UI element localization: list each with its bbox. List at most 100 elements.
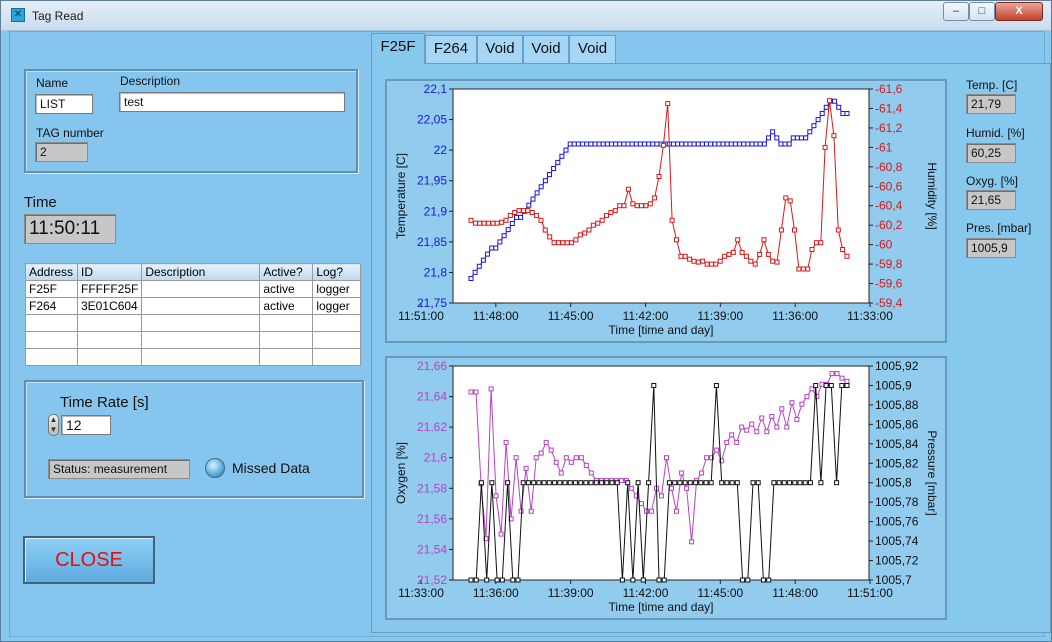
maximize-button[interactable]: □ — [969, 2, 995, 21]
column-header-log[interactable]: Log? — [312, 263, 361, 281]
column-header-address[interactable]: Address — [25, 263, 78, 281]
cell-active[interactable] — [259, 348, 314, 366]
data-point — [799, 135, 804, 141]
table-row[interactable] — [25, 331, 361, 349]
data-point — [593, 480, 599, 486]
data-point — [749, 421, 755, 427]
close-window-button[interactable]: X — [995, 2, 1043, 21]
time-display: 11:50:11 — [24, 214, 116, 244]
y2-tick-label: 1005,92 — [875, 359, 919, 373]
data-point — [520, 480, 526, 486]
data-point — [654, 141, 660, 147]
time-rate-spinner[interactable]: ▲ ▼ — [48, 414, 59, 436]
data-point — [588, 480, 594, 486]
data-point — [682, 253, 688, 259]
tab-f264[interactable]: F264 — [425, 35, 477, 63]
data-point — [770, 129, 776, 135]
data-point — [572, 480, 578, 486]
cell-log[interactable] — [312, 331, 361, 349]
cell-log[interactable] — [312, 314, 361, 332]
tab-void-2[interactable]: Void — [523, 35, 569, 63]
table-row[interactable]: F264 3E01C604 active logger — [25, 297, 361, 315]
description-field[interactable]: test — [119, 92, 345, 112]
column-header-description[interactable]: Description — [141, 263, 261, 281]
data-point — [769, 413, 775, 419]
cell-description[interactable] — [141, 348, 261, 366]
close-button[interactable]: CLOSE — [23, 536, 155, 584]
tab-void-3[interactable]: Void — [569, 35, 616, 63]
data-point — [485, 251, 490, 257]
data-point — [635, 480, 641, 486]
data-point — [787, 480, 793, 486]
data-point — [720, 141, 726, 147]
column-header-active[interactable]: Active? — [259, 263, 314, 281]
cell-description[interactable] — [141, 297, 261, 315]
table-row[interactable]: F25F FFFFF25F active logger — [25, 280, 361, 298]
data-point — [649, 508, 654, 514]
cell-log[interactable]: logger — [312, 280, 361, 298]
data-point — [764, 429, 770, 435]
data-point — [478, 480, 484, 486]
data-point — [735, 237, 741, 243]
time-rate-field[interactable]: 12 — [61, 415, 111, 435]
table-row[interactable] — [25, 314, 361, 332]
name-field[interactable]: LIST — [35, 94, 93, 114]
data-point — [796, 266, 802, 272]
data-point — [618, 478, 624, 484]
cell-id[interactable]: 3E01C604 — [76, 297, 143, 315]
data-point — [840, 247, 846, 252]
data-point — [494, 220, 500, 226]
cell-id[interactable] — [76, 314, 143, 332]
cell-address[interactable] — [25, 314, 78, 332]
data-point — [558, 470, 564, 476]
cell-id[interactable] — [76, 348, 143, 366]
column-header-id[interactable]: ID — [76, 263, 143, 281]
data-point — [822, 144, 828, 150]
minimize-button[interactable]: – — [943, 2, 969, 21]
cell-description[interactable] — [141, 280, 261, 298]
data-point — [503, 439, 509, 445]
cell-log[interactable]: logger — [312, 297, 361, 315]
data-point — [811, 123, 817, 129]
data-point — [794, 135, 800, 141]
tab-f25f[interactable]: F25F — [371, 33, 425, 64]
cell-address[interactable]: F264 — [25, 297, 78, 315]
data-point — [516, 208, 522, 214]
table-row[interactable] — [25, 348, 361, 366]
cell-id[interactable]: FFFFF25F — [76, 280, 143, 298]
data-point — [555, 240, 561, 246]
tab-void-1[interactable]: Void — [477, 35, 523, 63]
data-point — [583, 462, 589, 468]
cell-description[interactable] — [141, 331, 261, 349]
data-point — [724, 480, 730, 486]
cell-active[interactable]: active — [259, 297, 314, 315]
cell-address[interactable] — [25, 331, 78, 349]
cell-address[interactable]: F25F — [25, 280, 78, 298]
data-point — [646, 141, 652, 147]
data-point — [789, 400, 795, 406]
data-point — [823, 104, 829, 110]
data-point — [501, 233, 507, 239]
data-point — [629, 141, 635, 147]
data-point — [551, 240, 557, 246]
cell-id[interactable] — [76, 331, 143, 349]
data-point — [839, 383, 845, 388]
data-point — [595, 220, 601, 226]
data-point — [567, 141, 573, 147]
data-point — [704, 141, 709, 147]
data-point — [538, 450, 544, 456]
cell-active[interactable] — [259, 314, 314, 332]
cell-active[interactable]: active — [259, 280, 314, 298]
tag-table: Address ID Description Active? Log? F25F… — [25, 263, 361, 366]
cell-log[interactable] — [312, 348, 361, 366]
data-point — [709, 261, 714, 267]
data-point — [844, 383, 850, 388]
data-point — [774, 135, 780, 141]
y-tick-label: 21,62 — [417, 420, 447, 434]
data-point — [473, 577, 479, 583]
data-point — [823, 383, 829, 388]
cell-address[interactable] — [25, 348, 78, 366]
data-point — [659, 493, 664, 499]
cell-active[interactable] — [259, 331, 314, 349]
cell-description[interactable] — [141, 314, 261, 332]
